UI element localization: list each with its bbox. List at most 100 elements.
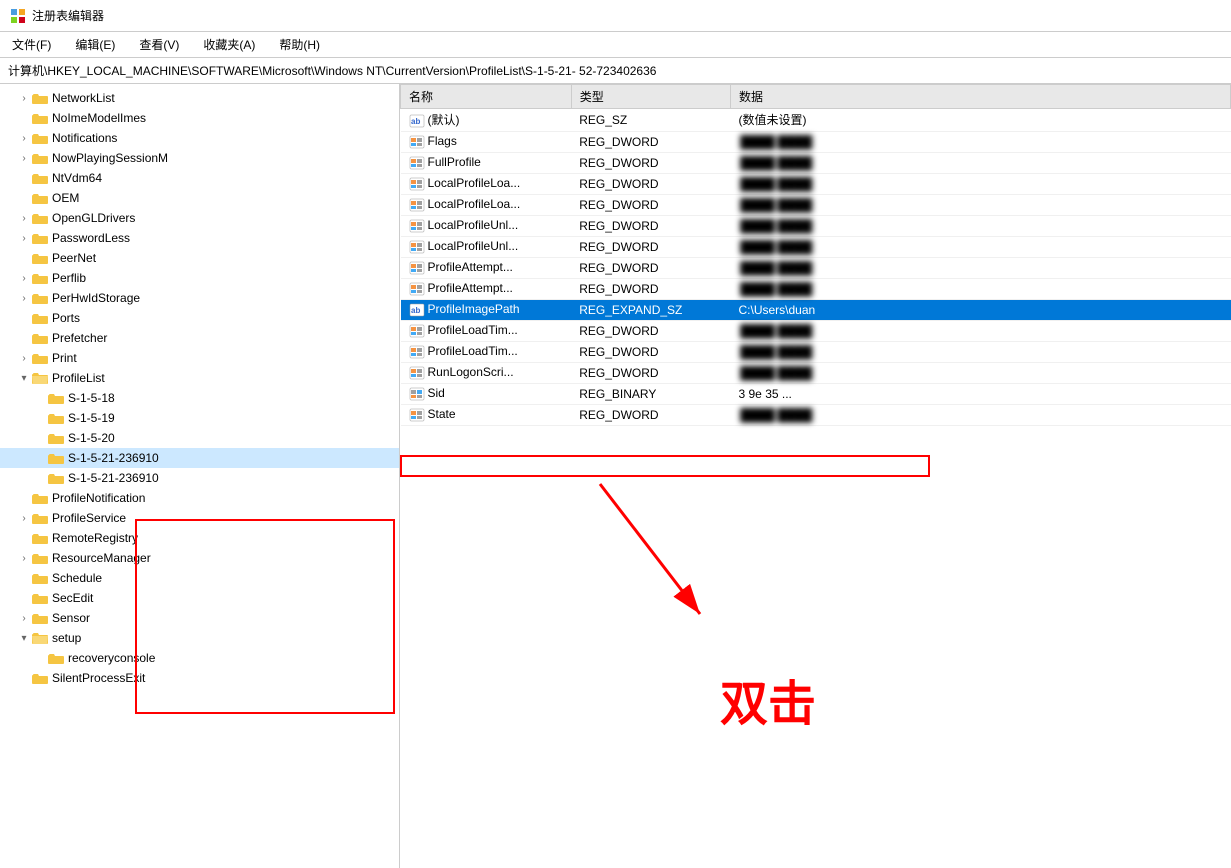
tree-label-silentProcessExit: SilentProcessExit [52,671,145,685]
tree-item-networkList[interactable]: ›NetworkList [0,88,399,108]
table-row[interactable]: ProfileAttempt... REG_DWORD ████ ████ [401,257,1231,278]
table-row[interactable]: FullProfile REG_DWORD ████ ████ [401,152,1231,173]
folder-icon-print [32,350,48,366]
cell-name: abProfileImagePath [401,299,572,320]
cell-data: C:\Users\duan [731,299,1231,320]
tree-spacer-ports [16,310,32,326]
tree-label-peerNet: PeerNet [52,251,96,265]
tree-item-s1518[interactable]: S-1-5-18 [0,388,399,408]
tree-spacer-s152122 [32,470,48,486]
tree-item-prefetcher[interactable]: Prefetcher [0,328,399,348]
tree-spacer-remoteRegistry [16,530,32,546]
folder-icon-silentProcessExit [32,670,48,686]
table-row[interactable]: ProfileAttempt... REG_DWORD ████ ████ [401,278,1231,299]
menu-view[interactable]: 查看(V) [135,34,183,55]
tree-item-passwordLess[interactable]: ›PasswordLess [0,228,399,248]
tree-label-s152121: S-1-5-21-236910 [68,451,159,465]
tree-item-s152122[interactable]: S-1-5-21-236910 [0,468,399,488]
cell-name: FullProfile [401,152,572,173]
tree-label-notifications: Notifications [52,131,117,145]
tree-item-s1520[interactable]: S-1-5-20 [0,428,399,448]
tree-item-silentProcessExit[interactable]: SilentProcessExit [0,668,399,688]
table-row[interactable]: LocalProfileLoa... REG_DWORD ████ ████ [401,173,1231,194]
tree-item-profileNotification[interactable]: ProfileNotification [0,488,399,508]
tree-label-s1519: S-1-5-19 [68,411,115,425]
tree-item-profileService[interactable]: ›ProfileService [0,508,399,528]
tree-item-noImeModelImes[interactable]: NoImeModelImes [0,108,399,128]
cell-data: ████ ████ [731,152,1231,173]
tree-item-recoveryConsole[interactable]: recoveryconsole [0,648,399,668]
title-text: 注册表编辑器 [32,7,104,24]
tree-spacer-oem [16,190,32,206]
table-row[interactable]: LocalProfileUnl... REG_DWORD ████ ████ [401,215,1231,236]
tree-arrow-profileList[interactable]: ▾ [16,370,32,386]
tree-arrow-notifications[interactable]: › [16,130,32,146]
tree-item-perflib[interactable]: ›Perflib [0,268,399,288]
tree-arrow-openGLDrivers[interactable]: › [16,210,32,226]
cell-data: 3 9e 35 ... [731,383,1231,404]
tree-item-remoteRegistry[interactable]: RemoteRegistry [0,528,399,548]
tree-arrow-perHwIdStorage[interactable]: › [16,290,32,306]
tree-arrow-print[interactable]: › [16,350,32,366]
tree-panel[interactable]: ›NetworkList NoImeModelImes › Notification… [0,84,400,868]
right-panel: 名称 类型 数据 ab(默认) REG_SZ (数值未设置) Flags REG… [400,84,1231,868]
tree-item-peerNet[interactable]: PeerNet [0,248,399,268]
table-row[interactable]: LocalProfileLoa... REG_DWORD ████ ████ [401,194,1231,215]
menu-edit[interactable]: 编辑(E) [71,34,119,55]
cell-name: LocalProfileUnl... [401,236,572,257]
cell-data: ████ ████ [731,215,1231,236]
cell-name: State [401,404,572,425]
table-row[interactable]: LocalProfileUnl... REG_DWORD ████ ████ [401,236,1231,257]
tree-spacer-s1519 [32,410,48,426]
cell-type: REG_DWORD [571,215,730,236]
folder-icon-profileService [32,510,48,526]
tree-item-profileList[interactable]: ▾ProfileList [0,368,399,388]
table-row[interactable]: abProfileImagePath REG_EXPAND_SZ C:\User… [401,299,1231,320]
tree-item-s1519[interactable]: S-1-5-19 [0,408,399,428]
tree-item-s152121[interactable]: S-1-5-21-236910 [0,448,399,468]
tree-item-perHwIdStorage[interactable]: ›PerHwIdStorage [0,288,399,308]
tree-arrow-profileService[interactable]: › [16,510,32,526]
tree-arrow-perflib[interactable]: › [16,270,32,286]
tree-item-resourceManager[interactable]: ›ResourceManager [0,548,399,568]
table-row[interactable]: ProfileLoadTim... REG_DWORD ████ ████ [401,341,1231,362]
svg-text:ab: ab [411,117,420,126]
tree-spacer-s152121 [32,450,48,466]
table-row[interactable]: RunLogonScri... REG_DWORD ████ ████ [401,362,1231,383]
menu-file[interactable]: 文件(F) [8,34,55,55]
tree-arrow-setup[interactable]: ▾ [16,630,32,646]
cell-name: LocalProfileLoa... [401,173,572,194]
tree-arrow-sensor[interactable]: › [16,610,32,626]
tree-item-sensor[interactable]: ›Sensor [0,608,399,628]
tree-arrow-passwordLess[interactable]: › [16,230,32,246]
folder-icon-resourceManager [32,550,48,566]
table-row[interactable]: State REG_DWORD ████ ████ [401,404,1231,425]
table-row[interactable]: Flags REG_DWORD ████ ████ [401,131,1231,152]
folder-icon-ports [32,310,48,326]
folder-icon-oem [32,190,48,206]
table-row[interactable]: ProfileLoadTim... REG_DWORD ████ ████ [401,320,1231,341]
tree-item-openGLDrivers[interactable]: ›OpenGLDrivers [0,208,399,228]
tree-arrow-nowPlayingSessionM[interactable]: › [16,150,32,166]
menu-help[interactable]: 帮助(H) [275,34,324,55]
tree-item-print[interactable]: ›Print [0,348,399,368]
tree-item-oem[interactable]: OEM [0,188,399,208]
tree-label-remoteRegistry: RemoteRegistry [52,531,138,545]
tree-item-ports[interactable]: Ports [0,308,399,328]
table-row[interactable]: Sid REG_BINARY 3 9e 35 ... [401,383,1231,404]
tree-item-ntVdm64[interactable]: NtVdm64 [0,168,399,188]
menu-favorites[interactable]: 收藏夹(A) [199,34,259,55]
tree-item-notifications[interactable]: › Notifications [0,128,399,148]
tree-arrow-resourceManager[interactable]: › [16,550,32,566]
table-row[interactable]: ab(默认) REG_SZ (数值未设置) [401,109,1231,132]
folder-icon-secEdit [32,590,48,606]
cell-data: ████ ████ [731,236,1231,257]
folder-icon-s152122 [48,470,64,486]
cell-name: ProfileLoadTim... [401,320,572,341]
tree-item-nowPlayingSessionM[interactable]: ›NowPlayingSessionM [0,148,399,168]
tree-item-secEdit[interactable]: SecEdit [0,588,399,608]
cell-data: ████ ████ [731,362,1231,383]
tree-item-schedule[interactable]: Schedule [0,568,399,588]
tree-item-setup[interactable]: ▾setup [0,628,399,648]
tree-arrow-networkList[interactable]: › [16,90,32,106]
